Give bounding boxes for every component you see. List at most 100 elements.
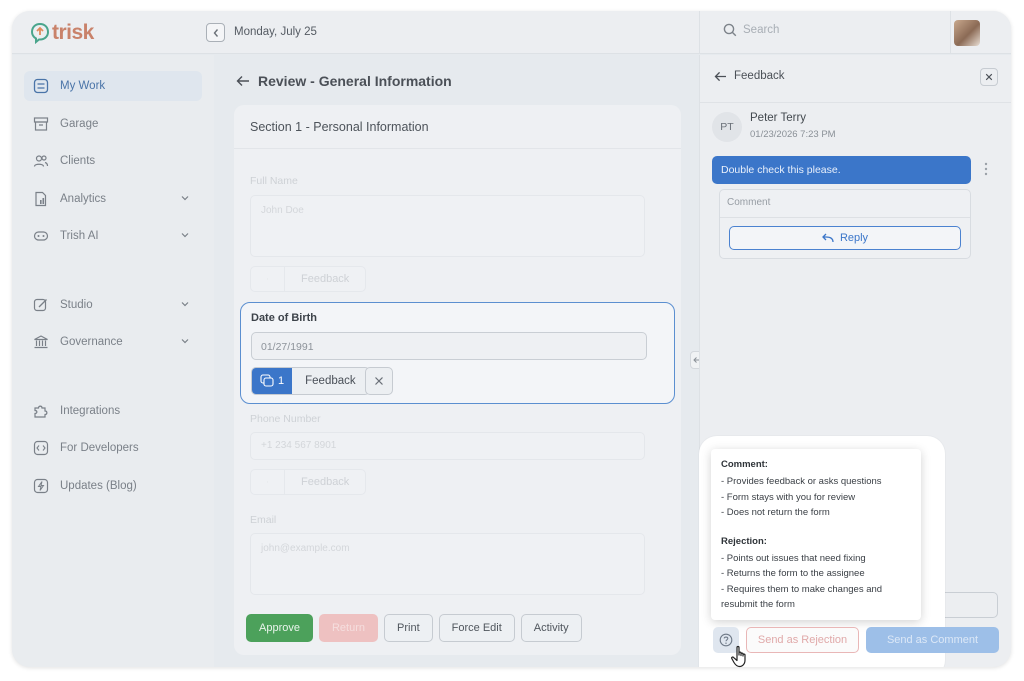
avatar: PT <box>712 112 742 142</box>
chevron-left-icon <box>213 28 218 37</box>
users-icon <box>32 152 50 170</box>
reply-input[interactable]: Comment <box>727 197 770 208</box>
form-card: Section 1 - Personal Information Full Na… <box>234 105 681 655</box>
chevron-down-icon <box>181 339 189 344</box>
search-bar[interactable]: Search <box>723 23 779 37</box>
more-vertical-icon[interactable] <box>984 162 988 176</box>
tooltip-line: - Points out issues that need fixing <box>721 552 866 564</box>
email-input[interactable]: john@example.com <box>250 533 645 595</box>
section-title: Section 1 - Personal Information <box>250 120 429 134</box>
comment-author: Peter Terry <box>750 112 807 124</box>
feedback-count-badge: 1 <box>252 368 293 394</box>
sidebar-item-label: Trish AI <box>60 230 99 242</box>
main-content: Review - General Information Section 1 -… <box>214 55 699 667</box>
sidebar-item-studio[interactable]: Studio <box>24 290 202 320</box>
hand-pointer-icon <box>731 645 746 668</box>
task-list-icon <box>32 77 50 95</box>
full-name-input[interactable]: John Doe <box>250 195 645 257</box>
edit-icon <box>32 296 50 314</box>
sidebar-item-label: My Work <box>60 80 106 92</box>
divider <box>700 102 1011 103</box>
archive-icon <box>32 115 50 133</box>
sidebar-item-analytics[interactable]: Analytics <box>24 184 202 214</box>
sidebar: My Work Garage Clients Analytics Trish A… <box>12 55 214 667</box>
sidebar-item-for-developers[interactable]: For Developers <box>24 433 202 463</box>
puzzle-icon <box>32 402 50 420</box>
tooltip-line: - Form stays with you for review <box>721 491 856 503</box>
arrow-left-icon[interactable] <box>714 71 727 82</box>
sidebar-item-label: Garage <box>60 118 99 130</box>
close-icon <box>375 377 383 385</box>
chevron-down-icon <box>181 233 189 238</box>
approve-button[interactable]: Approve <box>246 614 313 642</box>
date-of-birth-input[interactable]: 01/27/1991 <box>251 332 647 360</box>
code-icon <box>32 439 50 457</box>
comment-icon <box>251 470 285 494</box>
sidebar-item-label: Studio <box>60 299 93 311</box>
date-of-birth-feedback-button[interactable]: 1 Feedback <box>251 367 370 395</box>
search-icon <box>723 23 737 37</box>
close-icon <box>985 73 993 81</box>
send-as-rejection-button[interactable]: Send as Rejection <box>746 627 859 653</box>
search-input[interactable]: Search <box>743 24 779 36</box>
sidebar-item-governance[interactable]: Governance <box>24 327 202 357</box>
full-name-label: Full Name <box>250 175 298 187</box>
divider <box>720 217 970 218</box>
tooltip-line: - Provides feedback or asks questions <box>721 476 882 487</box>
page-title: Review - General Information <box>258 73 452 89</box>
report-icon <box>32 190 50 208</box>
page-header: Review - General Information <box>236 73 452 89</box>
app-logo[interactable]: trisk <box>30 21 94 45</box>
tooltip-comment-heading: Comment: <box>721 459 768 470</box>
comment-icon <box>260 374 274 387</box>
force-edit-button[interactable]: Force Edit <box>438 614 515 642</box>
full-name-feedback-button[interactable]: Feedback <box>250 266 367 292</box>
current-date: Monday, July 25 <box>234 26 317 38</box>
top-bar: trisk Monday, July 25 Search <box>12 11 1011 54</box>
reply-box: Comment Reply <box>719 189 971 259</box>
activity-button[interactable]: Activity <box>520 614 582 642</box>
tooltip-rejection-heading: Rejection: <box>721 535 767 547</box>
sidebar-item-my-work[interactable]: My Work <box>24 71 202 101</box>
dismiss-feedback-button[interactable] <box>365 367 393 395</box>
feedback-panel-title: Feedback <box>734 70 785 82</box>
sidebar-item-label: Governance <box>60 336 123 348</box>
tooltip-line: - Does not return the form <box>721 507 830 518</box>
logo-icon <box>30 22 50 44</box>
comment-timestamp: 01/23/2026 7:23 PM <box>750 129 836 140</box>
collapse-sidebar-button[interactable] <box>206 23 225 42</box>
reply-button[interactable]: Reply <box>729 226 961 250</box>
robot-icon <box>32 227 50 245</box>
close-panel-button[interactable] <box>980 68 998 86</box>
sidebar-item-trish-ai[interactable]: Trish AI <box>24 221 202 251</box>
print-button[interactable]: Print <box>384 614 433 642</box>
header-divider <box>950 11 951 54</box>
send-as-comment-button[interactable]: Send as Comment <box>866 627 999 653</box>
date-of-birth-field-group: Date of Birth 01/27/1991 1 Feedback <box>240 302 675 404</box>
help-tooltip: Comment: - Provides feedback or asks que… <box>711 449 921 620</box>
sidebar-item-clients[interactable]: Clients <box>24 146 202 176</box>
comment-icon <box>251 267 285 291</box>
section-header: Section 1 - Personal Information <box>234 105 681 149</box>
phone-feedback-button[interactable]: Feedback <box>250 469 367 495</box>
bank-icon <box>32 333 50 351</box>
comment-bubble: Double check this please. <box>712 156 971 184</box>
return-button[interactable]: Return <box>318 614 379 642</box>
user-avatar[interactable] <box>954 20 980 46</box>
tooltip-line: - Requires them to make changes and <box>721 583 883 595</box>
email-label: Email <box>250 514 277 526</box>
sidebar-item-integrations[interactable]: Integrations <box>24 396 202 426</box>
tooltip-line: - Returns the form to the assignee <box>721 568 865 579</box>
phone-input[interactable]: +1 234 567 8901 <box>250 432 645 460</box>
lightning-icon <box>32 477 50 495</box>
sidebar-item-updates-blog[interactable]: Updates (Blog) <box>24 471 202 501</box>
arrow-left-icon[interactable] <box>236 75 250 87</box>
date-of-birth-label: Date of Birth <box>251 312 317 324</box>
header-divider <box>699 11 700 54</box>
sidebar-item-label: Analytics <box>60 193 107 205</box>
sidebar-item-garage[interactable]: Garage <box>24 109 202 139</box>
chevron-down-icon <box>181 302 189 307</box>
sidebar-item-label: For Developers <box>60 442 139 454</box>
sidebar-item-label: Integrations <box>60 405 121 417</box>
sidebar-item-label: Updates (Blog) <box>60 480 137 492</box>
